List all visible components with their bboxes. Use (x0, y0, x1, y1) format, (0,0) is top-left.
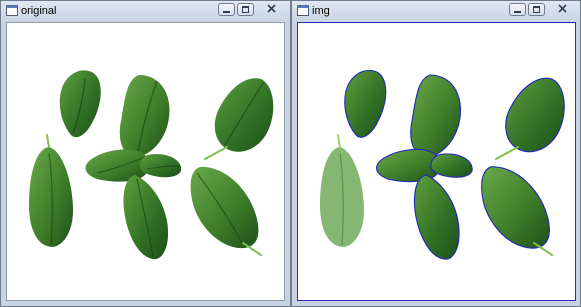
close-icon (558, 4, 567, 13)
image-canvas-original (6, 22, 285, 301)
titlebar[interactable]: img (292, 1, 580, 23)
close-button[interactable] (258, 3, 284, 16)
window-img: img (291, 0, 581, 307)
maximize-icon (242, 6, 249, 13)
minimize-button[interactable] (509, 3, 526, 16)
image-canvas-img (297, 22, 576, 301)
minimize-button[interactable] (218, 3, 235, 16)
maximize-icon (533, 6, 540, 13)
titlebar[interactable]: original (1, 1, 290, 23)
maximize-button[interactable] (237, 3, 254, 16)
close-icon (267, 4, 276, 13)
maximize-button[interactable] (528, 3, 545, 16)
minimize-icon (223, 11, 230, 13)
window-title: img (312, 5, 330, 17)
app-window-icon (297, 5, 309, 16)
basil-leaves-contours-image (320, 69, 565, 260)
app-window-icon (6, 5, 18, 16)
basil-leaves-image (29, 70, 274, 260)
minimize-icon (514, 11, 521, 13)
close-button[interactable] (549, 3, 575, 16)
window-original: original (0, 0, 291, 307)
window-title: original (21, 5, 57, 17)
